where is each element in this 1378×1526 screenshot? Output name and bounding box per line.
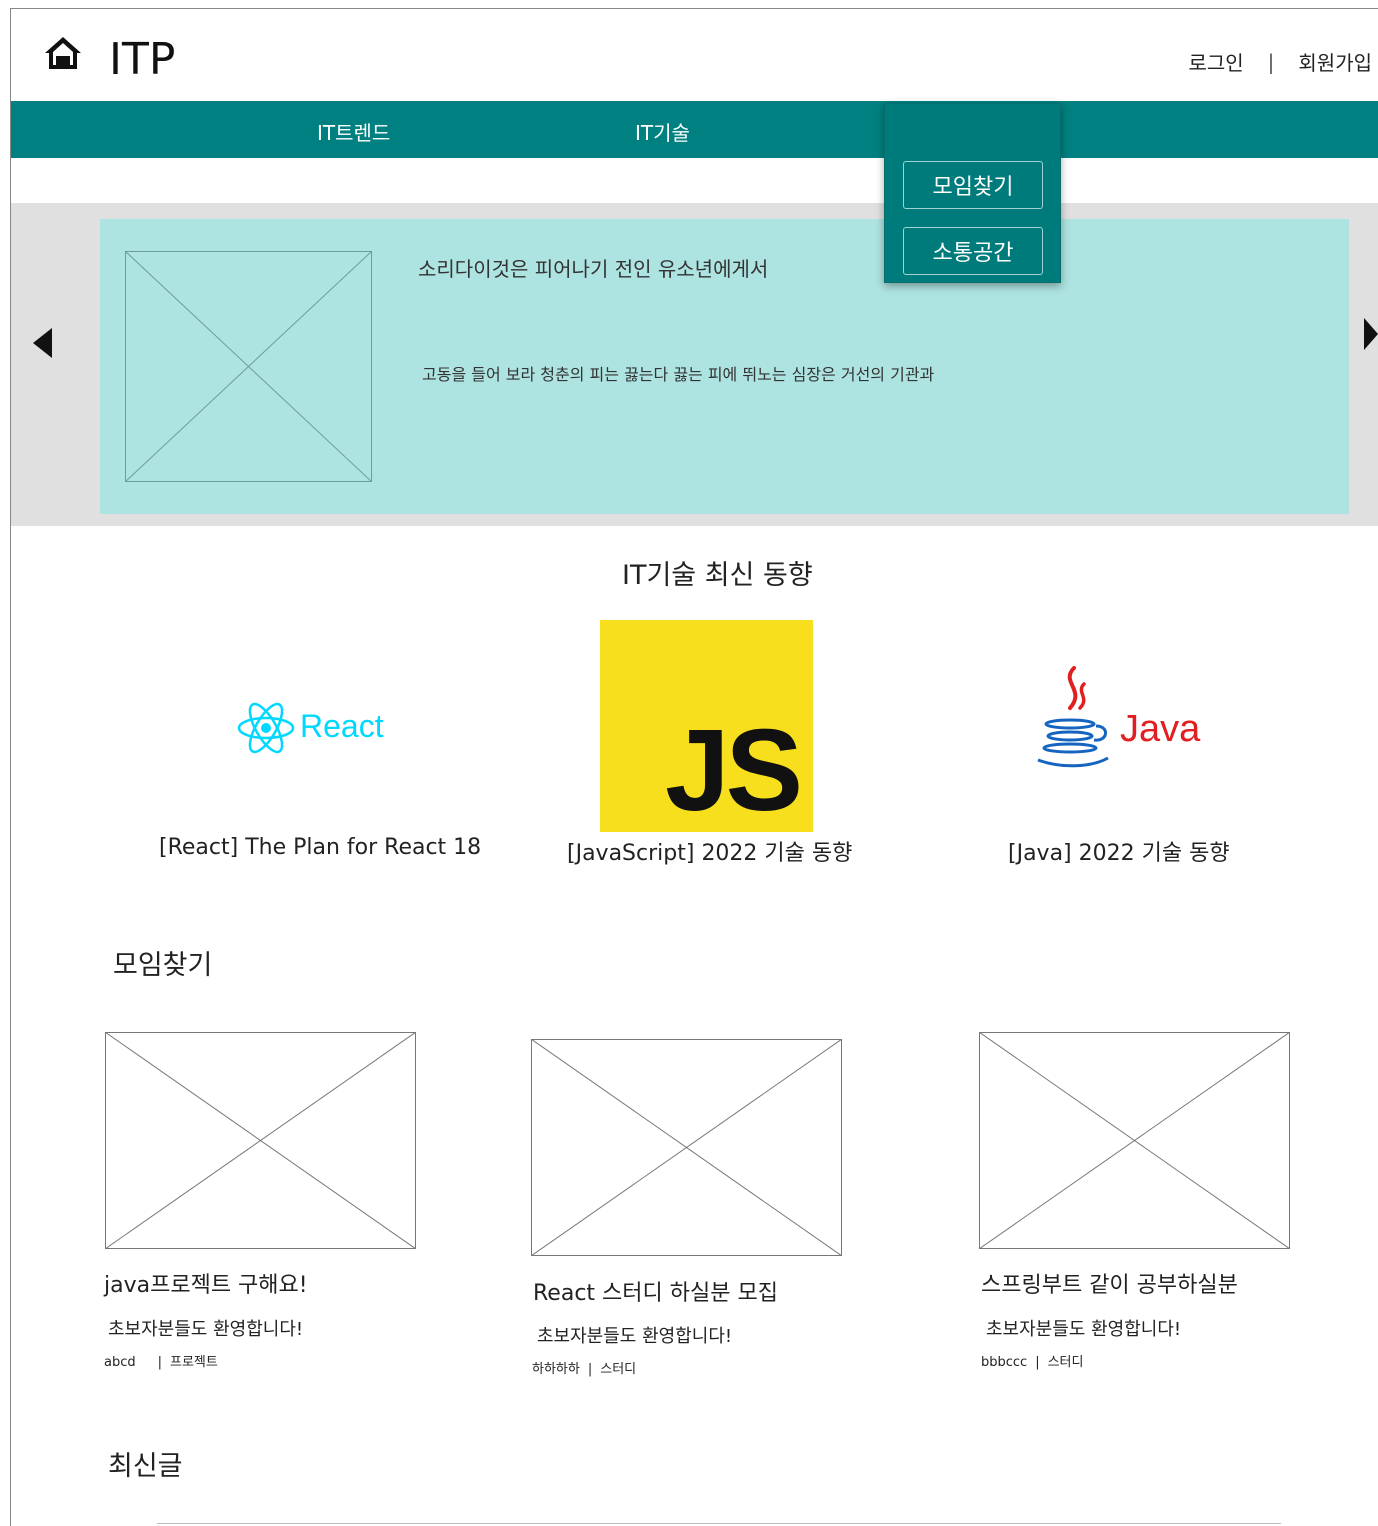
recent-list-divider <box>157 1523 1281 1524</box>
java-logo-text: Java <box>1120 708 1201 750</box>
meetup-card-desc: 초보자분들도 환영합니다! <box>108 1319 304 1340</box>
recent-section-title: 최신글 <box>108 1451 183 1482</box>
meetup-section-title: 모임찾기 <box>113 950 213 981</box>
banner-title: 소리다이것은 피어나기 전인 유소년에게서 <box>418 257 769 281</box>
meetup-card-author: abcd <box>104 1355 136 1370</box>
javascript-logo[interactable]: JS <box>600 620 813 832</box>
banner-slide[interactable]: 소리다이것은 피어나기 전인 유소년에게서 고동을 들어 보라 청춘의 피는 끓… <box>100 219 1349 514</box>
nav-dropdown-menu: 모임찾기 소통공간 <box>884 103 1061 283</box>
tech-caption-react[interactable]: [React] The Plan for React 18 <box>159 835 481 860</box>
meetup-card-image-placeholder[interactable] <box>531 1039 842 1256</box>
meetup-card-title[interactable]: java프로젝트 구해요! <box>104 1267 308 1299</box>
react-logo-text: React <box>300 708 384 744</box>
meetup-card-author: 하하하하 <box>532 1362 580 1377</box>
carousel-prev-arrow-icon[interactable] <box>33 328 52 358</box>
tech-caption-javascript[interactable]: [JavaScript] 2022 기술 동향 <box>567 835 852 867</box>
meetup-card-image-placeholder[interactable] <box>105 1032 416 1249</box>
dropdown-item-community[interactable]: 소통공간 <box>903 227 1043 275</box>
home-icon[interactable] <box>41 31 85 75</box>
header: ITP 로그인 | 회원가입 <box>11 9 1378 101</box>
login-link[interactable]: 로그인 <box>1188 47 1243 76</box>
meta-separator: | <box>157 1355 163 1370</box>
meetup-card-desc: 초보자분들도 환영합니다! <box>986 1319 1182 1340</box>
meetup-card-author: bbbccc <box>981 1355 1028 1370</box>
carousel-next-arrow-icon[interactable] <box>1364 318 1378 350</box>
java-cup-icon <box>1037 666 1109 768</box>
banner-image-placeholder <box>125 251 372 482</box>
banner-description: 고동을 들어 보라 청춘의 피는 끓는다 끓는 피에 뛰노는 심장은 거선의 기… <box>422 365 935 384</box>
auth-links: 로그인 | 회원가입 <box>1188 47 1372 76</box>
react-icon <box>237 702 295 754</box>
auth-separator: | <box>1267 49 1275 74</box>
meetup-card-image-placeholder[interactable] <box>979 1032 1290 1249</box>
tech-caption-java[interactable]: [Java] 2022 기술 동향 <box>1008 835 1230 867</box>
meetup-card-title[interactable]: 스프링부트 같이 공부하실분 <box>981 1267 1238 1299</box>
signup-link[interactable]: 회원가입 <box>1298 47 1372 76</box>
meta-separator: | <box>587 1362 593 1377</box>
tech-section-title: IT기술 최신 동향 <box>622 560 813 591</box>
meetup-card-desc: 초보자분들도 환영합니다! <box>537 1326 733 1347</box>
main-nav: IT트렌드 IT기술 <box>11 101 1378 158</box>
nav-item-it-tech[interactable]: IT기술 <box>635 117 690 146</box>
nav-item-it-trend[interactable]: IT트렌드 <box>317 117 390 146</box>
react-logo[interactable]: React <box>236 700 396 756</box>
site-logo[interactable]: ITP <box>109 35 175 85</box>
meetup-card-meta: bbbccc | 스터디 <box>981 1351 1083 1370</box>
meta-separator: | <box>1035 1355 1040 1370</box>
meetup-card-meta: 하하하하 | 스터디 <box>532 1358 636 1377</box>
meetup-card-meta: abcd | 프로젝트 <box>104 1351 218 1370</box>
meetup-card-title[interactable]: React 스터디 하실분 모집 <box>533 1275 778 1307</box>
meetup-card-category: 프로젝트 <box>170 1355 218 1370</box>
meetup-card-category: 스터디 <box>600 1362 637 1377</box>
js-logo-text: JS <box>665 705 803 835</box>
java-logo[interactable]: Java <box>1030 664 1210 776</box>
dropdown-item-meetup[interactable]: 모임찾기 <box>903 161 1043 209</box>
meetup-card-category: 스터디 <box>1047 1355 1084 1370</box>
